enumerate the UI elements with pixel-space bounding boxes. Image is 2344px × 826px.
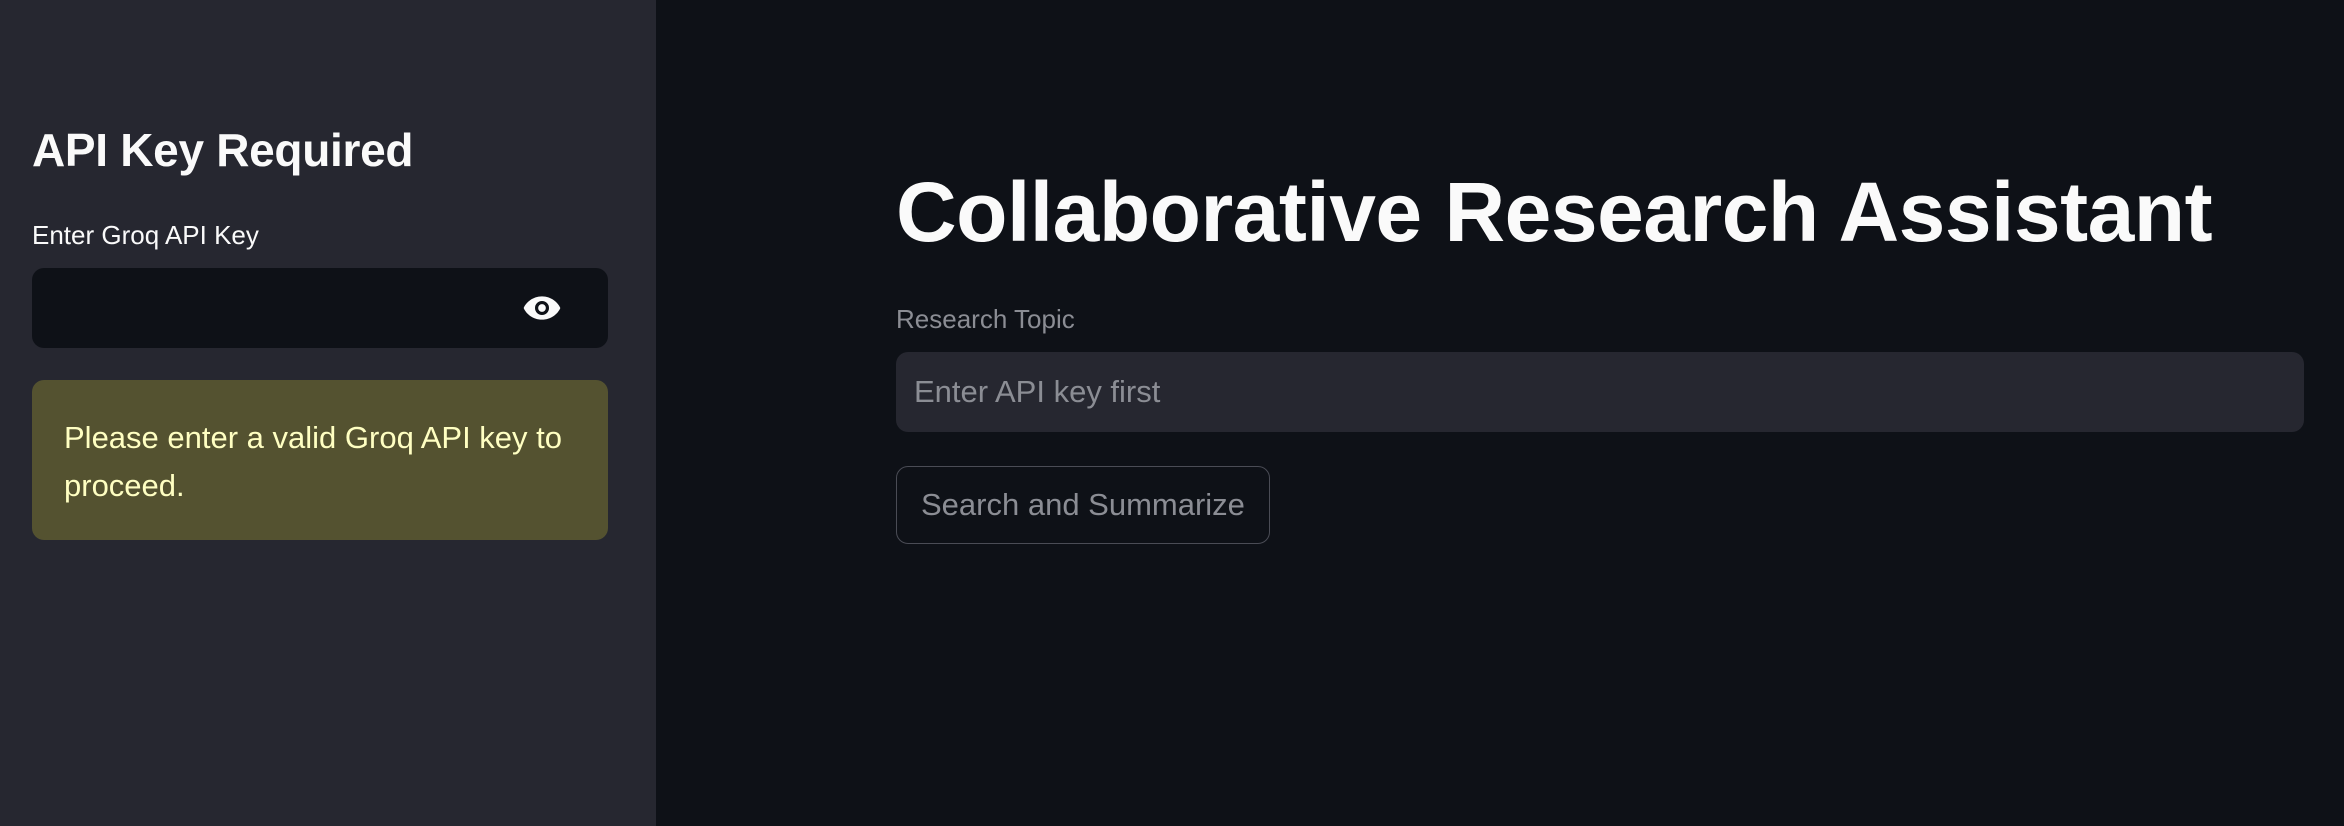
show-password-toggle[interactable]: [518, 284, 566, 332]
sidebar-heading: API Key Required: [32, 124, 414, 176]
research-topic-label: Research Topic: [896, 304, 1075, 334]
api-key-field: [32, 268, 608, 348]
api-key-label: Enter Groq API Key: [32, 220, 259, 250]
sidebar: API Key Required Enter Groq API Key Plea…: [0, 0, 656, 826]
api-key-input[interactable]: [32, 268, 512, 348]
page-title: Collaborative Research Assistant: [896, 165, 2213, 259]
research-topic-input[interactable]: [896, 352, 2304, 432]
eye-icon: [523, 296, 561, 320]
app-root: API Key Required Enter Groq API Key Plea…: [0, 0, 2344, 826]
api-key-warning: Please enter a valid Groq API key to pro…: [32, 380, 608, 540]
search-and-summarize-button[interactable]: Search and Summarize: [896, 466, 1270, 544]
main-content: Collaborative Research Assistant Researc…: [656, 0, 2344, 826]
